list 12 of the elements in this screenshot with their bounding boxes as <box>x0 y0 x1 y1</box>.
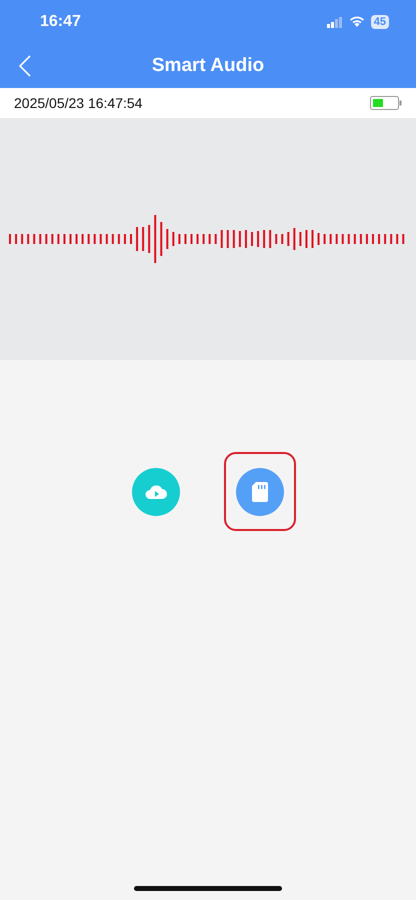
sd-card-icon <box>252 482 268 502</box>
wifi-icon <box>348 16 365 28</box>
back-icon[interactable] <box>19 55 31 77</box>
page-title: Smart Audio <box>152 55 264 77</box>
battery-indicator: 45 <box>370 15 389 29</box>
sd-card-button[interactable] <box>236 468 284 516</box>
timestamp: 2025/05/23 16:47:54 <box>14 95 142 111</box>
cloud-play-icon <box>145 484 167 500</box>
signal-icon <box>326 16 343 28</box>
cloud-play-button[interactable] <box>132 468 180 516</box>
status-time: 16:47 <box>40 13 81 31</box>
battery-icon <box>370 96 402 110</box>
